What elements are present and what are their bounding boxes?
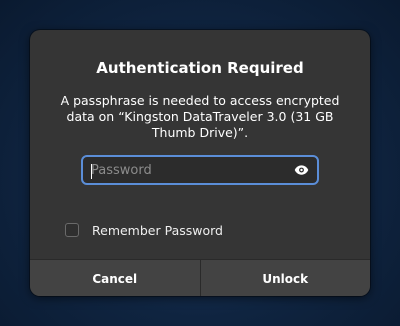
dialog-button-row: Cancel Unlock: [30, 259, 370, 296]
unlock-button[interactable]: Unlock: [199, 260, 370, 296]
cancel-button[interactable]: Cancel: [30, 260, 200, 296]
authentication-dialog: Authentication Required A passphrase is …: [30, 30, 370, 296]
remember-password-option[interactable]: Remember Password: [65, 221, 223, 239]
dialog-title: Authentication Required: [96, 59, 304, 77]
remember-password-label: Remember Password: [92, 222, 223, 238]
eye-icon[interactable]: [294, 164, 309, 176]
dialog-message: A passphrase is needed to access encrypt…: [60, 93, 340, 140]
remember-password-checkbox[interactable]: [65, 223, 79, 237]
password-input[interactable]: [91, 157, 281, 183]
password-field[interactable]: [81, 155, 319, 185]
